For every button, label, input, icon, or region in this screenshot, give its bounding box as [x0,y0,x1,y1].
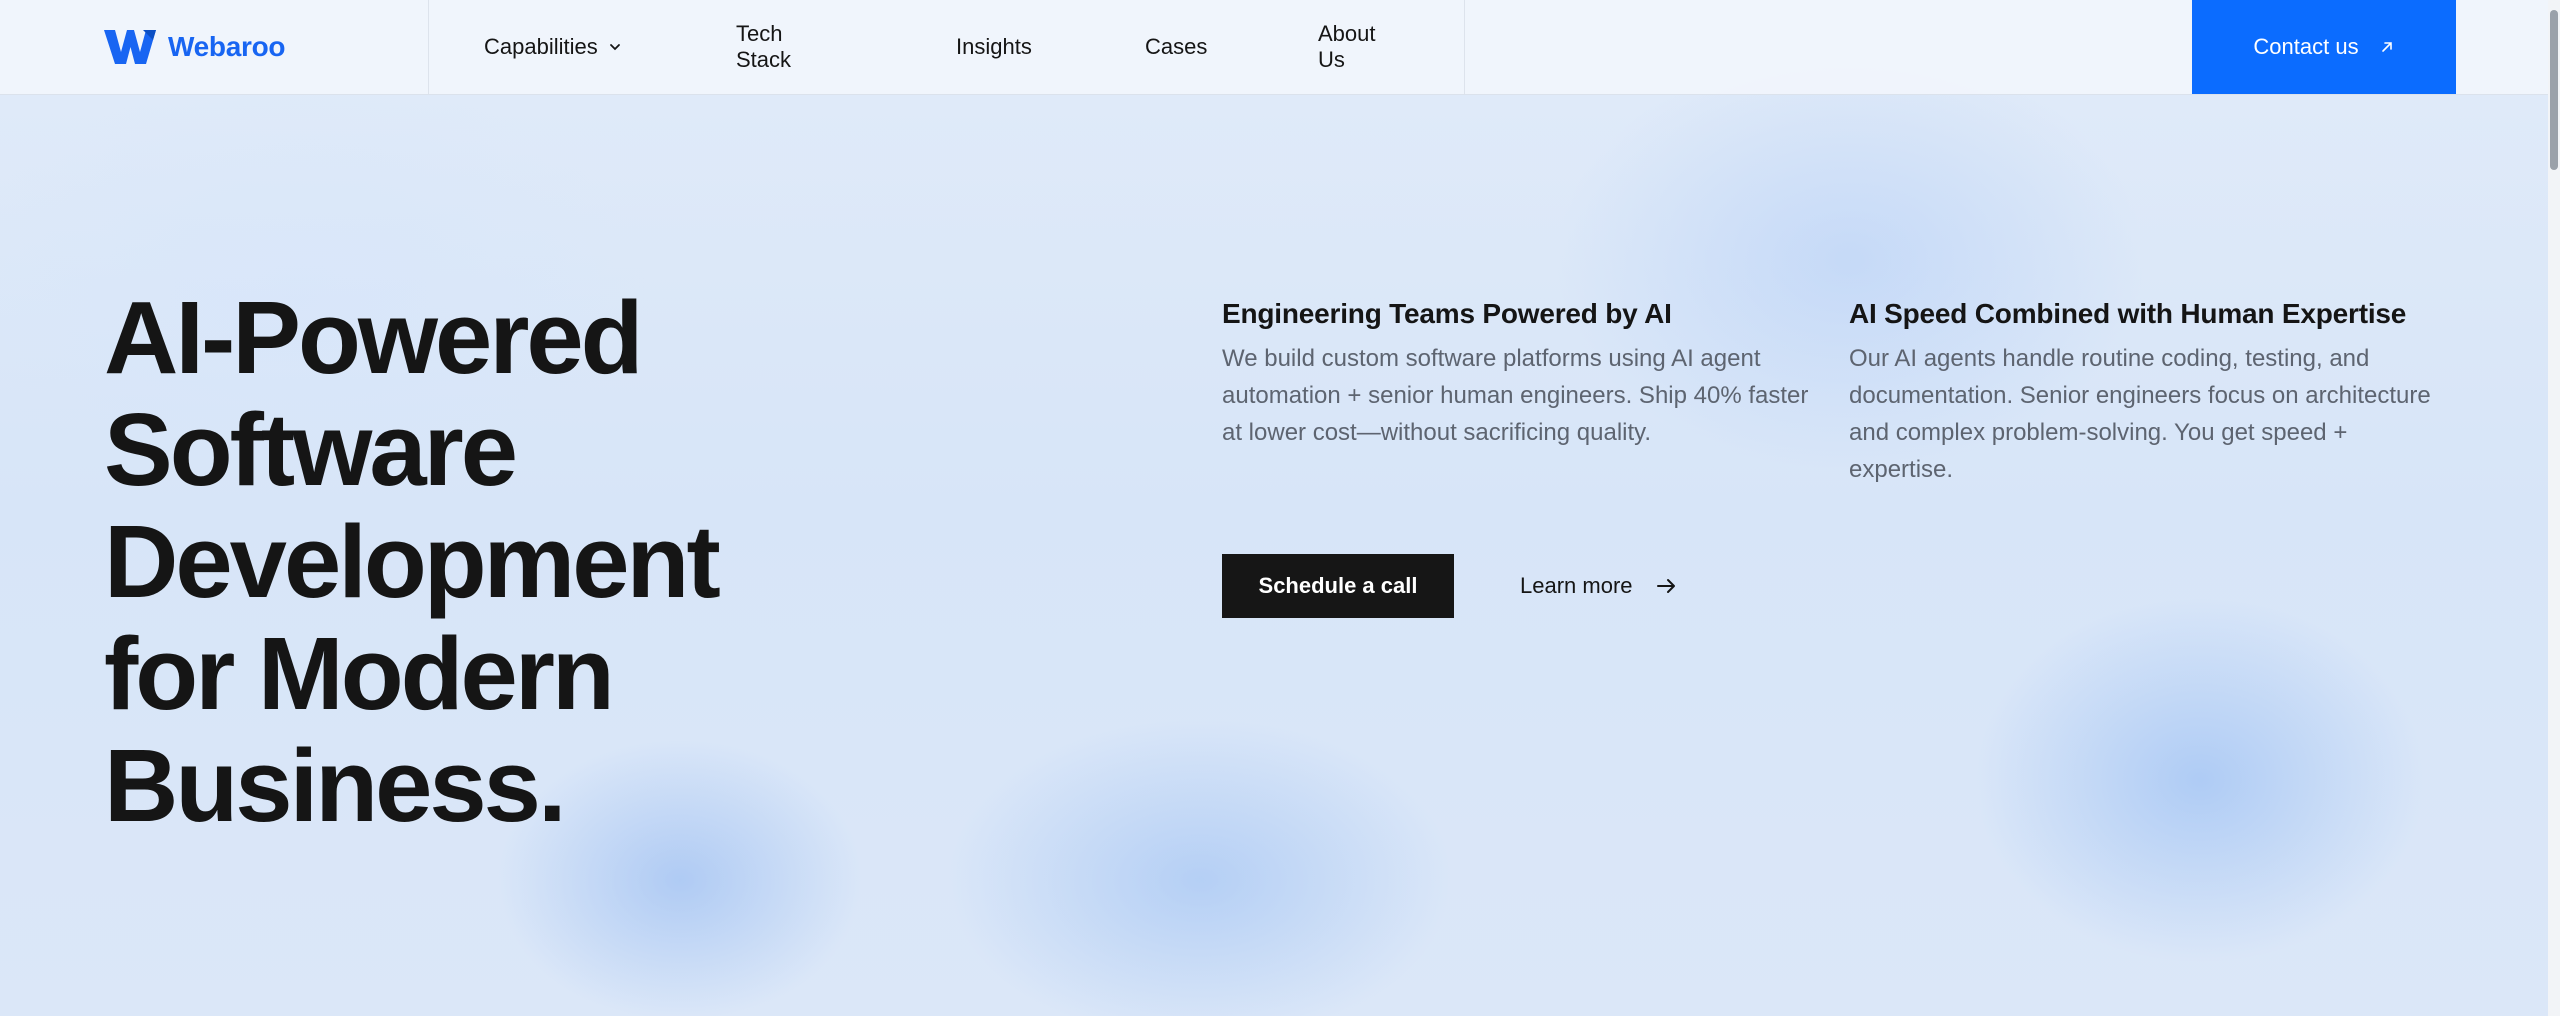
brand-logo-link[interactable]: Webaroo [104,29,285,65]
chevron-down-icon [609,44,620,51]
brand-name: Webaroo [168,31,286,62]
hero-title-line: Development [104,504,721,619]
contact-us-label: Contact us [2253,34,2359,59]
nav-item-label: About Us [1318,21,1376,72]
nav-item-tech-stack[interactable]: Tech Stack [736,21,791,73]
site-header: Webaroo Capabilities Tech Stack Insights… [0,0,2548,95]
arrow-up-right-icon [2381,42,2392,52]
nav-item-about-us[interactable]: About Us [1318,21,1376,73]
schedule-call-button[interactable]: Schedule a call [1222,554,1454,618]
nav-item-cases[interactable]: Cases [1145,34,1207,60]
learn-more-label: Learn more [1520,573,1633,598]
hero-title-line: Business. [104,728,567,843]
nav-item-insights[interactable]: Insights [956,34,1032,60]
feature-block: AI Speed Combined with Human Expertise O… [1849,296,2449,488]
arrow-right-icon [1656,579,1675,593]
header-divider [428,0,429,94]
hero-title-line: Software [104,392,518,507]
learn-more-link[interactable]: Learn more [1520,554,1677,618]
feature-text: We build custom software platforms using… [1222,345,1809,446]
scrollbar-thumb[interactable] [2550,10,2558,170]
nav-item-label: Cases [1145,34,1208,59]
hero-title-line: AI-Powered [104,280,644,395]
header-divider [1464,0,1465,94]
nav-item-label: Insights [956,34,1032,59]
feature-title: AI Speed Combined with Human Expertise [1849,298,2407,329]
feature-block: Engineering Teams Powered by AI We build… [1222,296,1822,451]
contact-us-button[interactable]: Contact us [2192,0,2456,94]
hero-title-line: for Modern [104,616,615,731]
nav-item-capabilities[interactable]: Capabilities [484,34,622,60]
feature-title: Engineering Teams Powered by AI [1222,298,1672,329]
feature-text: Our AI agents handle routine coding, tes… [1849,345,2431,483]
webaroo-logo-icon [104,30,156,64]
nav-item-label: Capabilities [484,34,598,59]
nav-item-label: Tech Stack [736,21,792,72]
hero-title: AI-Powered Software Development for Mode… [104,280,721,843]
